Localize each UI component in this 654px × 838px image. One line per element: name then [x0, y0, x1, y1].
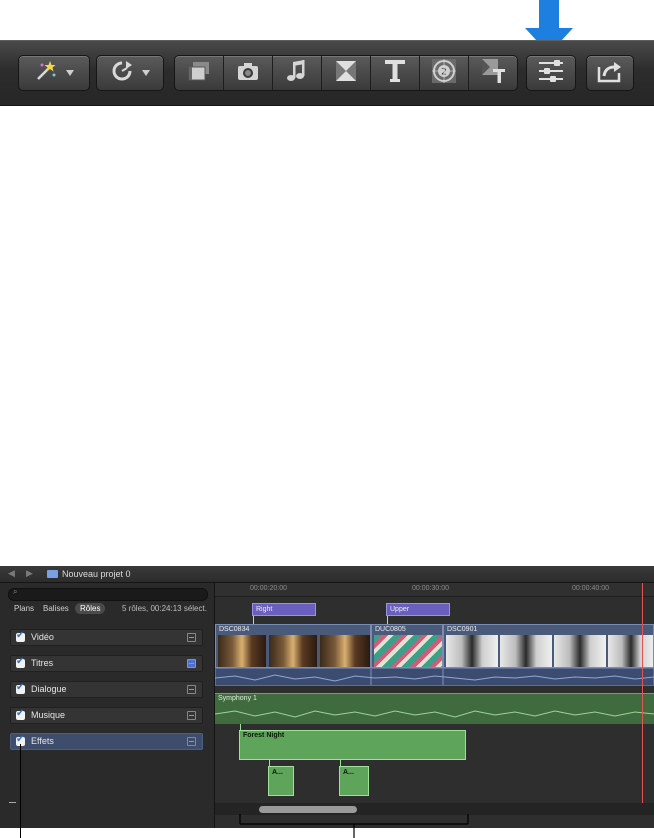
clip-name: DUC0805	[375, 626, 406, 633]
video-clip[interactable]: DUC0805	[371, 624, 443, 668]
connection-line	[240, 724, 241, 731]
clip-name: A...	[343, 769, 354, 776]
clip-thumbnail	[554, 635, 606, 667]
music-clip[interactable]: Symphony 1	[215, 693, 654, 724]
clip-name: DSC0834	[219, 626, 250, 633]
clip-thumbnail	[320, 635, 370, 667]
music-waveform	[215, 710, 654, 718]
ruler-tick: 00:00:40:00	[572, 585, 609, 592]
search-icon: ⌕	[13, 587, 18, 596]
chevron-down-icon	[66, 70, 74, 76]
title-clip[interactable]: Upper	[386, 603, 450, 616]
video-clip[interactable]: DSC0834	[215, 624, 371, 668]
role-label: Dialogue	[31, 684, 67, 694]
collapse-lane-icon[interactable]	[187, 633, 196, 642]
role-label: Titres	[31, 658, 54, 668]
browser-buttons-group: 2	[174, 55, 518, 91]
role-label: Vidéo	[31, 632, 54, 642]
clip-thumbnail	[374, 635, 442, 667]
clip-browser-button[interactable]	[175, 56, 224, 90]
role-item-dialogue[interactable]: Dialogue	[10, 681, 203, 698]
generators-browser-button[interactable]: 2	[420, 56, 469, 90]
back-arrow-icon[interactable]: ◀	[8, 568, 15, 579]
project-icon	[47, 570, 58, 578]
title-clip[interactable]: Right	[252, 603, 316, 616]
timeline-ruler[interactable]: 00:00:20:00 00:00:30:00 00:00:40:00	[215, 583, 654, 597]
ruler-tick: 00:00:20:00	[250, 585, 287, 592]
photo-browser-button[interactable]	[224, 56, 273, 90]
role-item-effects[interactable]: Effets	[10, 733, 203, 750]
clip-thumbnail	[269, 635, 317, 667]
themes-browser-button[interactable]	[469, 56, 519, 90]
timeline-titlebar: ◀ ▶ Nouveau projet 0	[0, 566, 654, 583]
forward-arrow-icon[interactable]: ▶	[26, 568, 33, 579]
clip-name: Symphony 1	[218, 695, 257, 702]
titles-browser-icon	[384, 59, 406, 88]
role-item-music[interactable]: Musique	[10, 707, 203, 724]
clip-name: A...	[272, 769, 283, 776]
collapse-lane-icon[interactable]	[187, 659, 196, 668]
role-label: Effets	[31, 736, 54, 746]
share-icon	[597, 59, 623, 88]
role-item-titles[interactable]: Titres	[10, 655, 203, 672]
audio-waveform	[215, 674, 654, 682]
clip-thumbnail	[608, 635, 653, 667]
collapse-lane-icon[interactable]	[187, 737, 196, 746]
titles-browser-button[interactable]	[371, 56, 420, 90]
clip-thumbnail	[500, 635, 552, 667]
index-toggle-icon[interactable]	[9, 802, 16, 803]
video-clip[interactable]: DSC0901	[443, 624, 654, 668]
retime-icon	[110, 59, 134, 88]
clip-browser-icon	[187, 60, 211, 87]
clip-name: DSC0901	[447, 626, 478, 633]
main-toolbar: 2	[0, 40, 654, 106]
tab-roles[interactable]: Rôles	[75, 603, 106, 614]
music-browser-button[interactable]	[273, 56, 322, 90]
callout-line	[20, 744, 21, 838]
clip-thumbnail	[218, 635, 266, 667]
checkbox[interactable]	[16, 708, 25, 720]
tab-plans[interactable]: Plans	[14, 604, 34, 613]
effects-clip[interactable]: A...	[339, 766, 369, 796]
clip-thumbnail	[446, 635, 498, 667]
themes-browser-icon	[481, 58, 507, 89]
checkbox[interactable]	[16, 630, 25, 642]
photo-browser-icon	[236, 61, 260, 86]
callout-bracket	[239, 814, 469, 838]
share-button[interactable]	[586, 55, 634, 91]
collapse-lane-icon[interactable]	[187, 685, 196, 694]
collapse-lane-icon[interactable]	[187, 711, 196, 720]
connection-line	[340, 760, 341, 767]
chevron-down-icon	[142, 70, 150, 76]
project-title: Nouveau projet 0	[62, 569, 131, 579]
retime-button[interactable]	[96, 55, 164, 91]
playhead[interactable]	[642, 583, 643, 805]
inspector-button[interactable]	[526, 55, 576, 91]
roles-summary: 5 rôles, 00:24:13 sélect.	[122, 604, 207, 613]
magic-wand-icon	[34, 59, 58, 88]
checkbox[interactable]	[16, 656, 25, 668]
transitions-browser-icon	[335, 60, 357, 87]
music-browser-icon	[286, 59, 308, 88]
inspector-icon	[536, 59, 566, 88]
ruler-tick: 00:00:30:00	[412, 585, 449, 592]
checkbox[interactable]	[16, 682, 25, 694]
role-item-video[interactable]: Vidéo	[10, 629, 203, 646]
connection-line	[269, 760, 270, 767]
effects-clip[interactable]: Forest Night	[239, 730, 466, 760]
effects-clip[interactable]: A...	[268, 766, 294, 796]
tab-balises[interactable]: Balises	[43, 604, 69, 613]
enhancements-button[interactable]	[18, 55, 90, 91]
generators-browser-icon: 2	[431, 58, 457, 89]
clip-name: Forest Night	[243, 732, 285, 739]
transitions-browser-button[interactable]	[322, 56, 371, 90]
search-input[interactable]: ⌕	[8, 587, 208, 601]
timeline-index	[0, 583, 215, 828]
role-label: Musique	[31, 710, 66, 720]
